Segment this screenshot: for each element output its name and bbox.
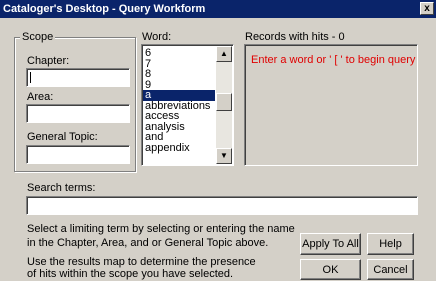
area-input[interactable] bbox=[26, 104, 130, 123]
title-bar: Cataloger's Desktop - Query Workform x bbox=[0, 0, 436, 18]
area-label: Area: bbox=[27, 91, 54, 103]
word-list-item[interactable]: a bbox=[143, 90, 215, 101]
general-topic-input[interactable] bbox=[26, 145, 130, 164]
help-text-line2: in the Chapter, Area, and or General Top… bbox=[27, 237, 269, 249]
word-list-item[interactable]: 9 bbox=[143, 79, 215, 91]
apply-to-all-button[interactable]: Apply To All bbox=[300, 233, 361, 255]
word-list-item[interactable]: and bbox=[143, 132, 215, 143]
results-message: Enter a word or ' [ ' to begin query bbox=[251, 54, 416, 66]
word-list-item[interactable]: access bbox=[143, 111, 215, 122]
word-scrollbar[interactable]: ▲ ▼ bbox=[216, 46, 232, 164]
word-list-item[interactable]: appendix bbox=[143, 142, 215, 154]
records-label: Records with hits - 0 bbox=[245, 31, 345, 43]
cancel-button[interactable]: Cancel bbox=[367, 259, 414, 280]
word-listbox[interactable]: 6 7 8 9 a abbreviations access analysis and appen… bbox=[141, 44, 234, 166]
ok-button[interactable]: OK bbox=[300, 259, 361, 280]
search-terms-input[interactable] bbox=[26, 196, 418, 215]
chapter-label: Chapter: bbox=[27, 55, 70, 67]
results-map[interactable]: Enter a word or ' [ ' to begin query bbox=[244, 44, 418, 166]
help-text-line1: Select a limiting term by selecting or e… bbox=[27, 223, 295, 235]
scope-legend: Scope bbox=[20, 31, 56, 43]
help-button[interactable]: Help bbox=[367, 233, 414, 255]
help-text-line4: of hits within the scope you have select… bbox=[27, 268, 234, 280]
chapter-input[interactable] bbox=[26, 68, 130, 87]
scroll-thumb[interactable] bbox=[216, 93, 232, 111]
word-list-item[interactable]: 7 bbox=[143, 58, 215, 70]
word-label: Word: bbox=[142, 31, 172, 43]
scroll-up-button[interactable]: ▲ bbox=[216, 46, 232, 62]
word-list-item[interactable]: 6 bbox=[143, 48, 215, 59]
general-topic-label: General Topic: bbox=[27, 131, 98, 143]
word-list-item[interactable]: 8 bbox=[143, 69, 215, 80]
close-button[interactable]: x bbox=[420, 2, 434, 15]
search-terms-label: Search terms: bbox=[27, 182, 96, 194]
scroll-down-button[interactable]: ▼ bbox=[216, 148, 232, 164]
window-title: Cataloger's Desktop - Query Workform bbox=[3, 3, 206, 15]
text-cursor bbox=[30, 72, 31, 83]
